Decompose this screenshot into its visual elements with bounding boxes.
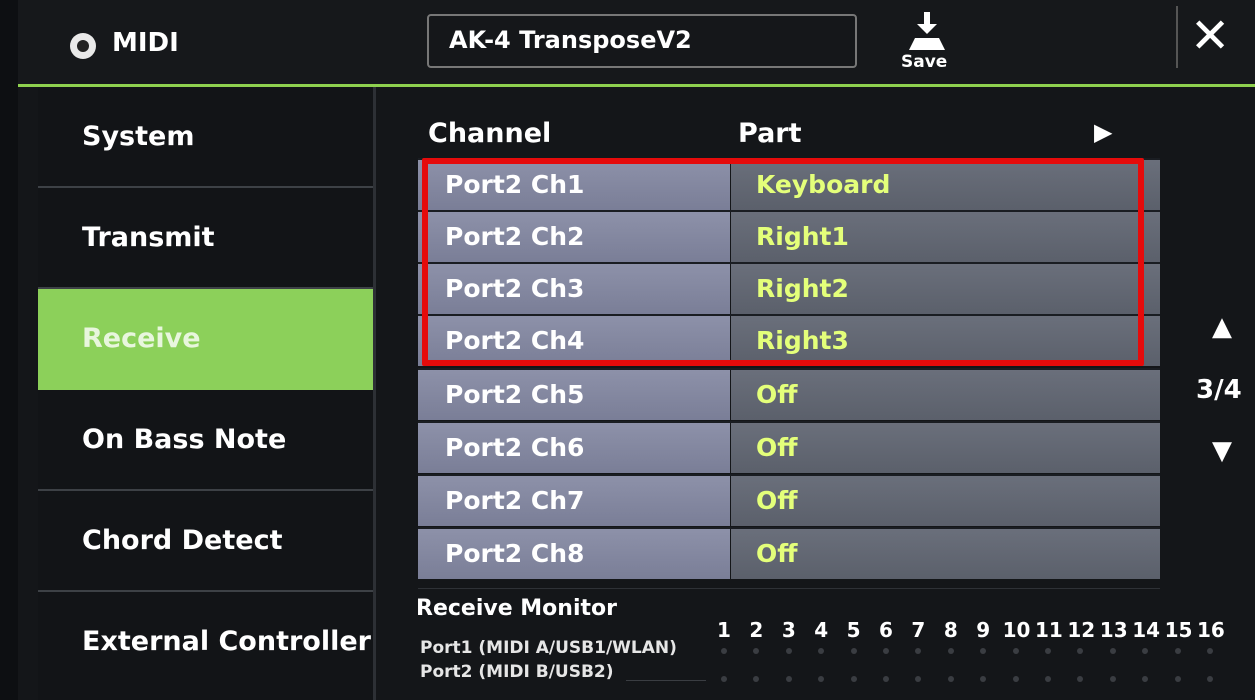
part-cell[interactable]: Off (731, 370, 1160, 420)
channel-number: 16 (1197, 618, 1225, 642)
sidebar-item-external-controller[interactable]: External Controller (38, 592, 373, 693)
channel-number: 3 (781, 618, 796, 642)
channel-label: Port2 Ch7 (445, 486, 585, 515)
save-label: Save (901, 52, 948, 72)
receive-monitor-title: Receive Monitor (416, 596, 617, 621)
channel-number: 2 (749, 618, 764, 642)
table-row[interactable]: Port2 Ch5 Off (418, 368, 1160, 420)
sidebar-item-label: System (82, 121, 195, 152)
channel-number: 7 (911, 618, 926, 642)
part-cell[interactable]: Off (731, 423, 1160, 473)
sidebar-item-chord-detect[interactable]: Chord Detect (38, 491, 373, 592)
table-row[interactable]: Port2 Ch6 Off (418, 421, 1160, 473)
part-value: Off (756, 380, 798, 409)
sidebar-item-label: Chord Detect (82, 525, 283, 556)
channel-number: 15 (1164, 618, 1193, 642)
monitor-indicator (1012, 676, 1019, 682)
part-value: Off (756, 433, 798, 462)
column-header-part: Part (738, 118, 802, 149)
port2-label: Port2 (MIDI B/USB2) (420, 662, 614, 682)
sidebar-item-transmit[interactable]: Transmit (38, 188, 373, 289)
monitor-indicator (1207, 676, 1213, 682)
page-indicator: 3/4 (1196, 375, 1242, 405)
midi-icon (70, 33, 96, 59)
monitor-indicator (1174, 676, 1181, 682)
part-value: Off (756, 486, 798, 515)
channel-number: 1 (717, 618, 731, 642)
sidebar-item-label: On Bass Note (82, 424, 287, 455)
monitor-indicator (947, 648, 954, 654)
page-down-icon[interactable]: ▼ (1212, 436, 1232, 466)
monitor-indicator (947, 676, 954, 682)
monitor-indicator (883, 648, 889, 654)
channel-cell[interactable]: Port2 Ch8 (418, 529, 730, 579)
channel-number: 11 (1035, 618, 1063, 642)
channel-cell[interactable]: Port2 Ch6 (418, 423, 730, 473)
highlight-box (422, 158, 1144, 366)
channel-number: 8 (943, 618, 958, 642)
save-button[interactable]: Save (895, 8, 965, 78)
sidebar-item-on-bass-note[interactable]: On Bass Note (38, 390, 373, 491)
table-row[interactable]: Port2 Ch7 Off (418, 474, 1160, 526)
sidebar-item-system[interactable]: System (38, 87, 373, 188)
sidebar-item-receive[interactable]: Receive (38, 289, 373, 390)
channel-cell[interactable]: Port2 Ch7 (418, 476, 730, 526)
port2-leader-line (626, 680, 706, 681)
page-up-icon[interactable]: ▲ (1212, 312, 1232, 342)
monitor-indicator (883, 676, 889, 682)
monitor-indicator (1012, 648, 1019, 654)
song-title: AK-4 TransposeV2 (449, 26, 692, 54)
monitor-indicator (1109, 676, 1116, 682)
sidebar-item-label: Receive (82, 323, 201, 354)
monitor-indicator (785, 648, 792, 654)
monitor-indicator (785, 676, 792, 682)
monitor-indicator (850, 648, 857, 654)
monitor-indicator (1045, 676, 1051, 682)
close-separator (1176, 6, 1178, 68)
monitor-indicator (721, 648, 727, 654)
song-title-field[interactable]: AK-4 TransposeV2 (427, 14, 857, 68)
channel-label: Port2 Ch8 (445, 539, 585, 568)
app-title: MIDI (112, 28, 179, 58)
part-cell[interactable]: Off (731, 476, 1160, 526)
port1-label: Port1 (MIDI A/USB1/WLAN) (420, 638, 677, 658)
sidebar-item-label: External Controller (82, 626, 371, 657)
channel-label: Port2 Ch6 (445, 433, 585, 462)
monitor-indicator (1174, 648, 1181, 654)
channel-label: Port2 Ch5 (445, 380, 585, 409)
channel-number: 9 (976, 618, 991, 642)
sidebar-item-label: Transmit (82, 222, 215, 253)
monitor-indicator (1109, 648, 1116, 654)
channel-number: 5 (846, 618, 861, 642)
monitor-indicator (1045, 648, 1051, 654)
sidebar-separator (373, 87, 376, 700)
monitor-indicator (721, 676, 727, 682)
channel-number: 14 (1132, 618, 1161, 642)
channel-number: 6 (879, 618, 893, 642)
channel-number: 4 (814, 618, 829, 642)
column-header-channel: Channel (428, 118, 552, 149)
channel-number: 13 (1099, 618, 1128, 642)
monitor-indicator (1207, 648, 1213, 654)
part-value: Off (756, 539, 798, 568)
save-icon (909, 12, 945, 50)
close-button[interactable]: ✕ (1190, 8, 1230, 64)
scroll-right-arrow-icon[interactable]: ▶ (1094, 118, 1112, 146)
monitor-indicator (850, 676, 857, 682)
table-row[interactable]: Port2 Ch8 Off (418, 527, 1160, 579)
part-cell[interactable]: Off (731, 529, 1160, 579)
channel-number: 10 (1002, 618, 1031, 642)
monitor-divider (418, 588, 1160, 589)
channel-number: 12 (1067, 618, 1096, 642)
channel-cell[interactable]: Port2 Ch5 (418, 370, 730, 420)
